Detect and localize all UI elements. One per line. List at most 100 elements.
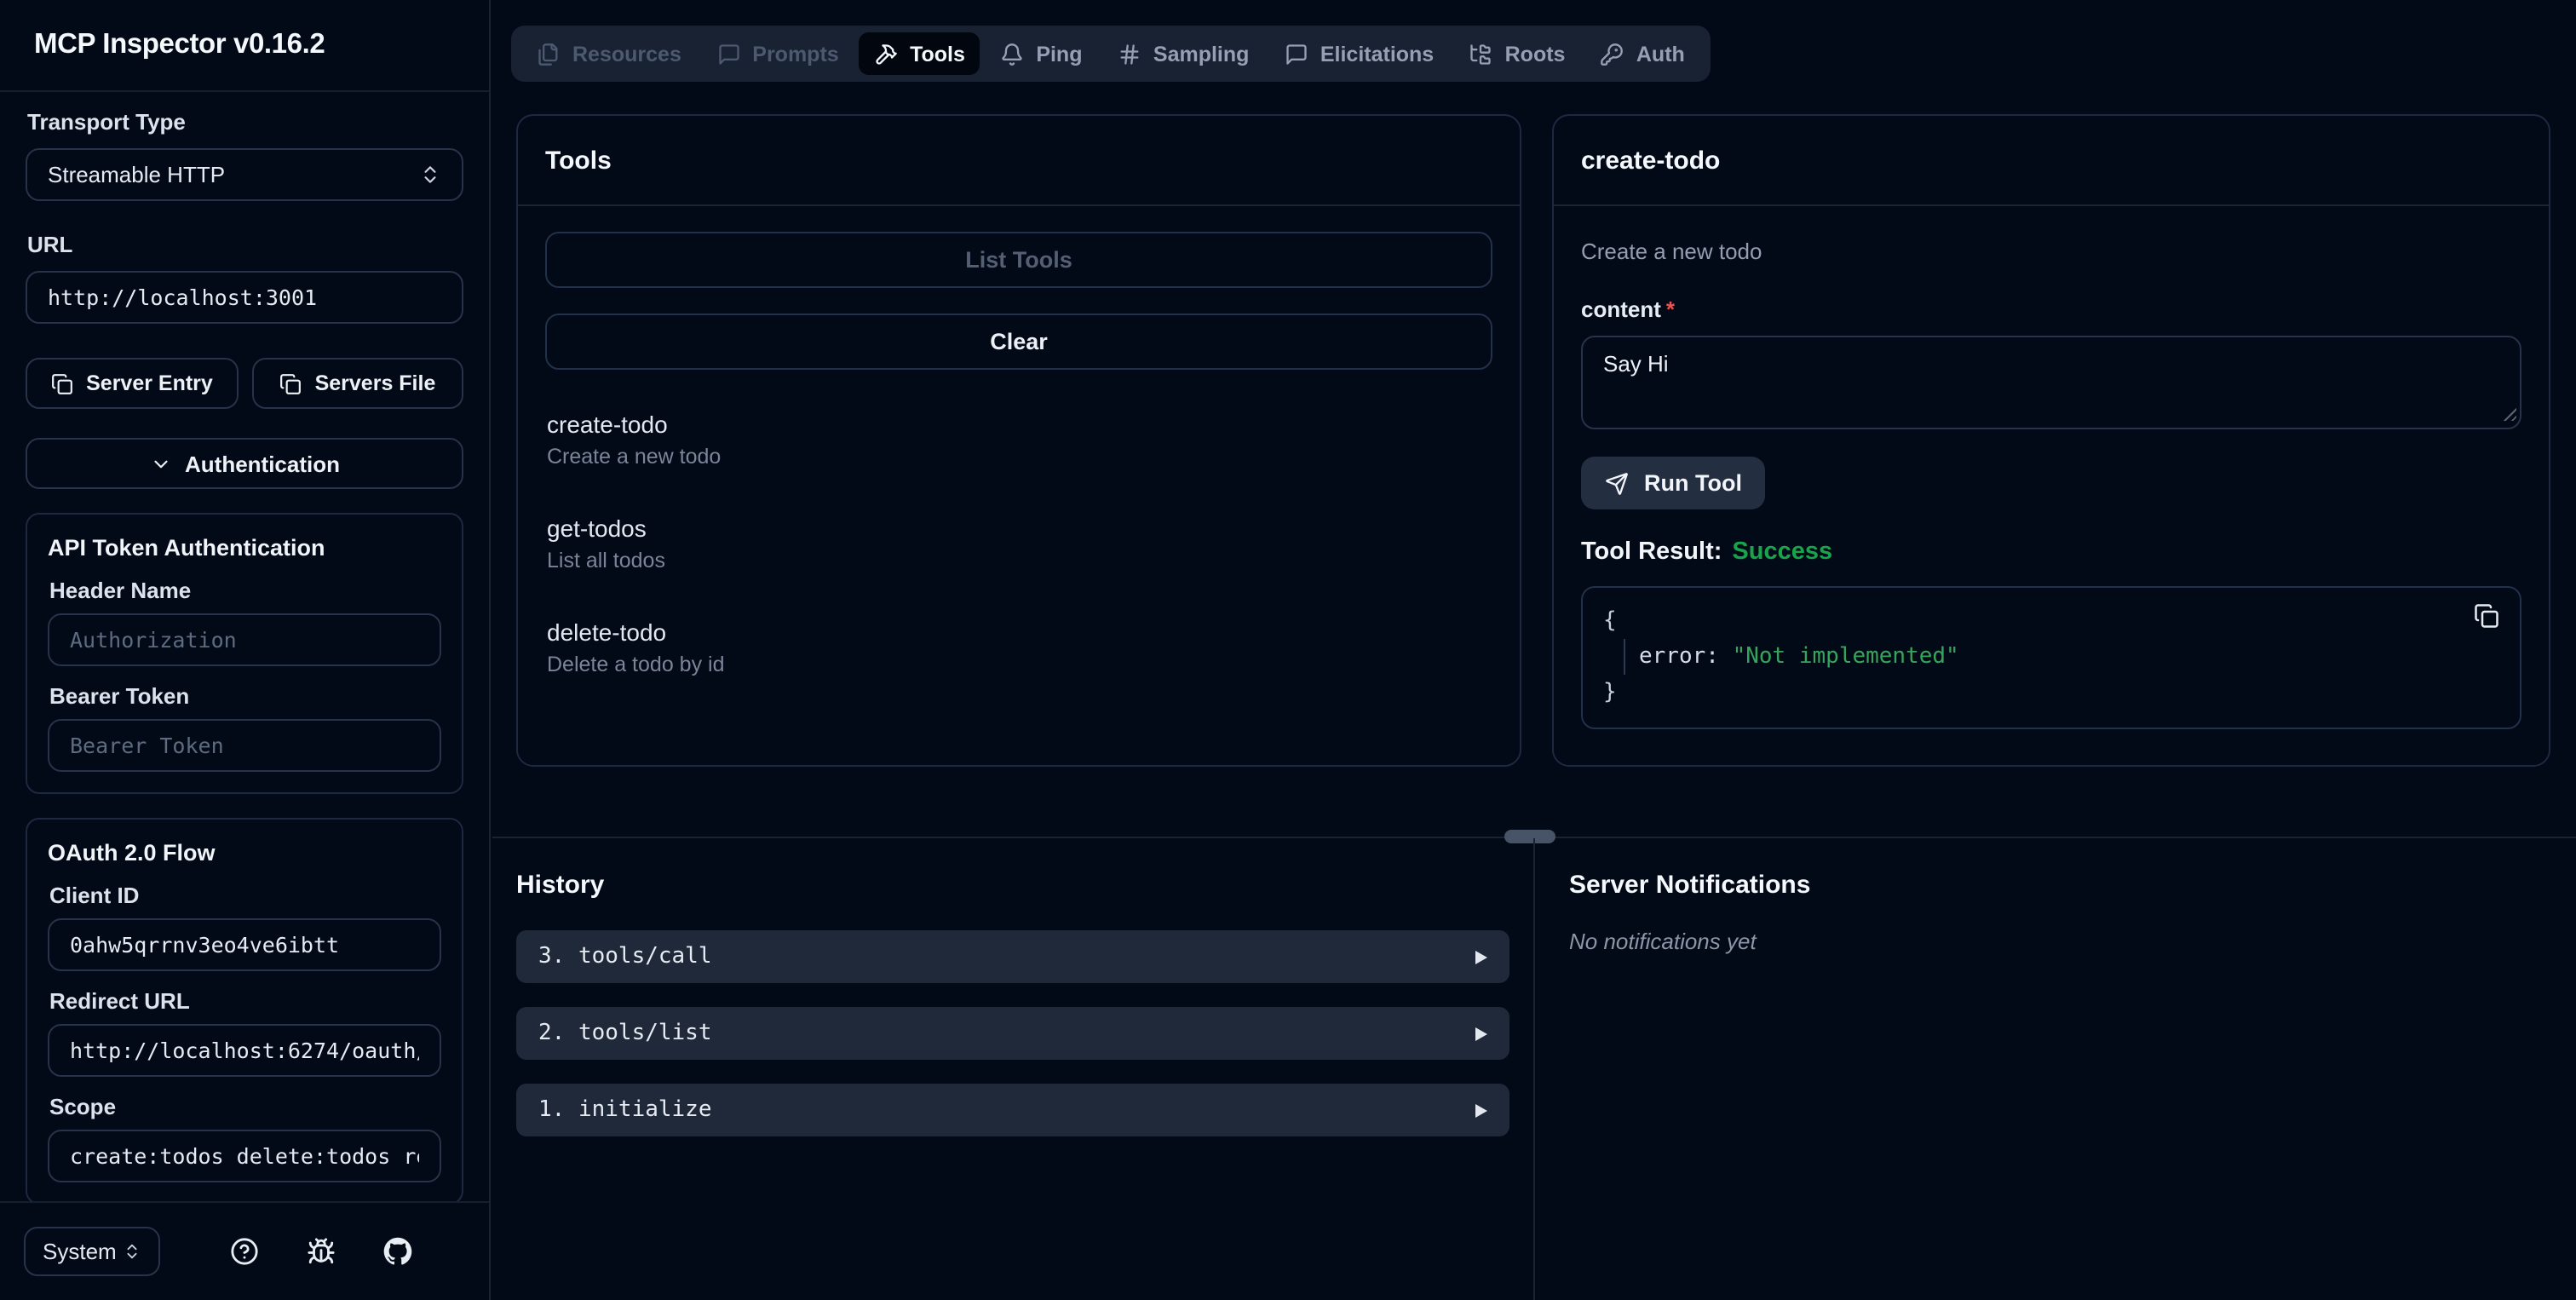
servers-file-label: Servers File xyxy=(314,371,436,395)
tab-elicitations[interactable]: Elicitations xyxy=(1269,32,1449,75)
no-notifications-message: No notifications yet xyxy=(1569,929,1757,954)
tab-auth[interactable]: Auth xyxy=(1585,32,1700,75)
hash-icon xyxy=(1118,42,1141,66)
main-content: Resources Prompts Tools Ping Sampling Elicita… xyxy=(492,0,2576,1300)
list-tools-button[interactable]: List Tools xyxy=(545,232,1492,288)
header-name-label: Header Name xyxy=(49,578,192,603)
history-panel: History 3. tools/call 2. tools/list 1. ini… xyxy=(516,838,1509,1160)
tool-result-label: Tool Result: xyxy=(1581,538,1722,566)
folder-tree-icon xyxy=(1469,42,1493,66)
oauth-flow-title: OAuth 2.0 Flow xyxy=(48,840,216,866)
history-entry[interactable]: 1. initialize xyxy=(516,1084,1509,1136)
run-tool-label: Run Tool xyxy=(1644,470,1742,496)
server-notifications-panel: Server Notifications No notifications ye… xyxy=(1569,838,2552,954)
api-token-auth-card: API Token Authentication Header Name Bea… xyxy=(26,513,463,794)
url-label: URL xyxy=(27,232,73,257)
help-button[interactable] xyxy=(228,1236,259,1267)
theme-select[interactable]: System xyxy=(24,1227,160,1276)
copy-icon xyxy=(2474,603,2499,629)
tab-label: Sampling xyxy=(1153,42,1250,66)
redirect-url-input[interactable] xyxy=(48,1024,441,1077)
pane-resize-handle[interactable] xyxy=(1504,830,1555,843)
transport-type-value: Streamable HTTP xyxy=(48,162,226,187)
tool-detail-description: Create a new todo xyxy=(1581,239,1762,264)
redirect-url-label: Redirect URL xyxy=(49,988,190,1014)
chevrons-up-down-icon xyxy=(419,164,441,186)
tool-name: get-todos xyxy=(547,515,647,542)
tab-resources[interactable]: Resources xyxy=(521,32,697,75)
authentication-toggle-label: Authentication xyxy=(185,451,340,476)
history-entry-label: 2. tools/list xyxy=(538,1021,712,1046)
tool-description: List all todos xyxy=(547,549,665,572)
tab-ping[interactable]: Ping xyxy=(985,32,1097,75)
chevron-down-icon xyxy=(149,452,171,475)
header-name-input[interactable] xyxy=(48,613,441,666)
send-icon xyxy=(1605,471,1629,495)
server-entry-label: Server Entry xyxy=(86,371,213,395)
copy-icon xyxy=(279,372,302,394)
content-field-label: content * xyxy=(1581,296,2521,322)
clear-button[interactable]: Clear xyxy=(545,313,1492,370)
server-entry-button[interactable]: Server Entry xyxy=(26,358,238,409)
tab-label: Tools xyxy=(910,42,965,66)
servers-file-button[interactable]: Servers File xyxy=(251,358,463,409)
scope-input[interactable] xyxy=(48,1130,441,1182)
required-mark: * xyxy=(1665,296,1676,322)
json-key: error: xyxy=(1639,644,1719,670)
history-title: History xyxy=(516,871,605,900)
tab-label: Prompts xyxy=(752,42,839,66)
authentication-toggle[interactable]: Authentication xyxy=(26,438,463,489)
tool-list-item-get-todos[interactable]: get-todos List all todos xyxy=(547,515,1491,572)
bearer-token-input[interactable] xyxy=(48,719,441,772)
client-id-input[interactable] xyxy=(48,918,441,971)
tool-name: delete-todo xyxy=(547,618,667,646)
scope-label: Scope xyxy=(49,1094,117,1119)
bell-icon xyxy=(1000,42,1024,66)
bug-icon xyxy=(306,1236,335,1265)
tool-description: Create a new todo xyxy=(547,445,722,469)
expand-arrow-icon xyxy=(1475,1103,1487,1117)
theme-select-value: System xyxy=(43,1239,117,1264)
footer-icons xyxy=(228,1236,412,1267)
github-button[interactable] xyxy=(382,1236,412,1267)
history-entry-label: 3. tools/call xyxy=(538,944,712,969)
chevrons-up-down-icon xyxy=(123,1242,141,1261)
message-square-icon xyxy=(1285,42,1308,66)
tab-label: Elicitations xyxy=(1320,42,1435,66)
content-field-input[interactable]: Say Hi xyxy=(1581,336,2521,429)
tab-sampling[interactable]: Sampling xyxy=(1102,32,1265,75)
expand-arrow-icon xyxy=(1475,1027,1487,1040)
copy-result-button[interactable] xyxy=(2474,603,2499,629)
tab-tools[interactable]: Tools xyxy=(859,32,980,75)
transport-type-label: Transport Type xyxy=(27,109,186,135)
tool-list-item-create-todo[interactable]: create-todo Create a new todo xyxy=(547,411,1491,469)
oauth-flow-card: OAuth 2.0 Flow Client ID Redirect URL Sc… xyxy=(26,818,463,1201)
report-bug-button[interactable] xyxy=(305,1236,336,1267)
history-list: 3. tools/call 2. tools/list 1. initialize xyxy=(516,930,1509,1136)
sidebar-header: MCP Inspector v0.16.2 xyxy=(0,0,489,92)
vertical-divider xyxy=(1533,838,1535,1300)
mcp-inspector-app: MCP Inspector v0.16.2 Transport Type Str… xyxy=(0,0,2576,1300)
json-error-row: error: "Not implemented" xyxy=(1624,639,2499,675)
tab-roots[interactable]: Roots xyxy=(1454,32,1581,75)
sidebar: MCP Inspector v0.16.2 Transport Type Str… xyxy=(0,0,491,1300)
history-entry[interactable]: 3. tools/call xyxy=(516,930,1509,983)
bearer-token-label: Bearer Token xyxy=(49,683,190,709)
history-entry[interactable]: 2. tools/list xyxy=(516,1007,1509,1060)
tool-name: create-todo xyxy=(547,411,668,438)
api-token-auth-title: API Token Authentication xyxy=(48,535,325,561)
sidebar-body: Transport Type Streamable HTTP URL Serve… xyxy=(0,92,489,1201)
tools-panel-body: List Tools Clear create-todo Create a new… xyxy=(518,206,1520,748)
tab-bar: Resources Prompts Tools Ping Sampling Elicita… xyxy=(511,26,1711,82)
tool-list-item-delete-todo[interactable]: delete-todo Delete a todo by id xyxy=(547,618,1491,676)
tool-list: create-todo Create a new todo get-todos Lis… xyxy=(545,411,1492,676)
history-entry-label: 1. initialize xyxy=(538,1097,712,1123)
tab-prompts[interactable]: Prompts xyxy=(701,32,854,75)
circle-help-icon xyxy=(229,1236,258,1265)
message-square-icon xyxy=(716,42,740,66)
github-icon xyxy=(382,1236,411,1265)
run-tool-button[interactable]: Run Tool xyxy=(1581,457,1766,509)
transport-type-select[interactable]: Streamable HTTP xyxy=(26,148,463,201)
hammer-icon xyxy=(874,42,898,66)
url-input[interactable] xyxy=(26,271,463,324)
